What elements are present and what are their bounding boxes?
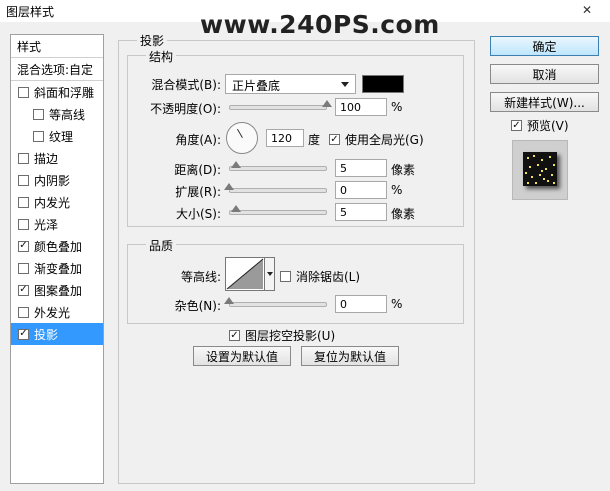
style-item[interactable]: 斜面和浮雕 [11,81,103,103]
size-input[interactable]: 5 [335,203,387,221]
style-item-label: 内阴影 [34,173,71,188]
style-item-label: 外发光 [34,305,71,320]
style-item-label: 内发光 [34,195,71,210]
angle-unit: 度 [308,133,321,147]
style-item-label: 投影 [34,327,59,342]
style-item[interactable]: 光泽 [11,213,103,235]
checkbox-icon: ✓ [329,133,340,145]
contour-curve-icon [226,258,264,290]
style-item-label: 光泽 [34,217,59,232]
spread-label: 扩展(R): [175,185,221,199]
style-item-label: 图案叠加 [34,283,83,298]
ok-button[interactable]: 确定 [490,36,599,56]
style-item[interactable]: 内发光 [11,191,103,213]
styles-header: 样式 [11,35,103,58]
noise-slider-handle[interactable] [224,297,234,304]
checkbox-icon[interactable] [33,108,44,120]
distance-slider-track[interactable] [229,166,327,171]
style-item[interactable]: 外发光 [11,301,103,323]
opacity-unit: % [391,100,403,114]
blend-options-item[interactable]: 混合选项:自定 [11,58,103,81]
style-item-label: 颜色叠加 [34,239,83,254]
checkbox-icon[interactable] [33,130,44,142]
style-item-label: 纹理 [49,129,74,144]
distance-slider-handle[interactable] [230,161,241,168]
spread-slider-handle[interactable] [224,183,234,190]
style-item[interactable]: 渐变叠加 [11,257,103,279]
style-preview-thumbnail [512,140,568,200]
anti-alias-checkbox[interactable]: 消除锯齿(L) [280,268,360,285]
size-label: 大小(S): [175,207,221,221]
watermark: www.240PS.com [200,10,440,39]
opacity-input[interactable]: 100 [335,98,387,116]
preview-swatch [523,152,557,186]
style-item-label: 等高线 [49,107,86,122]
style-item[interactable]: 等高线 [11,103,103,125]
shadow-color-swatch[interactable] [362,75,404,93]
window-title: 图层样式 [6,5,55,19]
contour-dropdown-button[interactable] [265,257,275,291]
checkbox-icon[interactable] [18,86,29,98]
angle-label: 角度(A): [175,133,221,147]
blend-mode-select[interactable]: 正片叠底 [225,74,356,94]
checkbox-icon[interactable] [18,152,29,164]
spread-slider-track[interactable] [229,188,327,193]
checkbox-icon[interactable] [18,174,29,186]
noise-unit: % [391,297,403,311]
style-item[interactable]: ✓ 颜色叠加 [11,235,103,257]
close-button[interactable]: ✕ [572,2,602,18]
style-item[interactable]: 纹理 [11,125,103,147]
spread-unit: % [391,183,403,197]
size-unit: 像素 [391,207,416,221]
checkbox-icon[interactable] [18,262,29,274]
quality-title: 品质 [146,237,177,254]
drop-shadow-section: 投影 结构 混合模式(B): 正片叠底 不透明度(O): 100 % 角度(A)… [118,32,475,484]
spread-input[interactable]: 0 [335,181,387,199]
opacity-slider-track[interactable] [229,105,327,110]
checkbox-icon[interactable] [18,196,29,208]
preview-checkbox[interactable]: ✓ 预览(V) [511,117,569,134]
reset-default-button[interactable]: 复位为默认值 [301,346,399,366]
size-slider-handle[interactable] [230,205,241,212]
size-slider-track[interactable] [229,210,327,215]
opacity-slider-handle[interactable] [322,100,332,107]
checkbox-icon[interactable] [18,306,29,318]
distance-label: 距离(D): [174,163,221,177]
noise-input[interactable]: 0 [335,295,387,313]
noise-slider-track[interactable] [229,302,327,307]
close-icon: ✕ [581,3,593,17]
opacity-label: 不透明度(O): [150,102,221,116]
set-default-button[interactable]: 设置为默认值 [193,346,291,366]
contour-preview[interactable] [225,257,265,291]
structure-title: 结构 [146,48,177,65]
distance-input[interactable]: 5 [335,159,387,177]
style-item[interactable]: 描边 [11,147,103,169]
knockout-checkbox[interactable]: ✓ 图层挖空投影(U) [229,327,335,344]
style-item[interactable]: ✓ 投影 [11,323,103,345]
distance-unit: 像素 [391,163,416,177]
style-item[interactable]: ✓ 图案叠加 [11,279,103,301]
cancel-button[interactable]: 取消 [490,64,599,84]
noise-label: 杂色(N): [174,299,221,313]
global-light-checkbox[interactable]: ✓ 使用全局光(G) [329,131,424,148]
style-item-label: 斜面和浮雕 [34,85,95,100]
checkbox-icon: ✓ [229,329,240,341]
angle-dial[interactable] [226,122,258,154]
styles-list: 样式 混合选项:自定 斜面和浮雕等高线纹理描边内阴影内发光光泽 ✓ 颜色叠加渐变叠加… [10,34,104,484]
checkbox-icon [280,271,291,282]
new-style-button[interactable]: 新建样式(W)... [490,92,599,112]
checkbox-icon[interactable] [18,218,29,230]
contour-label: 等高线: [180,270,221,284]
chevron-down-icon [341,82,349,87]
checkbox-icon: ✓ [511,119,522,131]
blend-mode-label: 混合模式(B): [151,78,221,92]
style-item-label: 渐变叠加 [34,261,83,276]
checkbox-icon[interactable]: ✓ [18,328,29,340]
checkbox-icon[interactable]: ✓ [18,240,29,252]
angle-input[interactable]: 120 [266,129,304,147]
style-item[interactable]: 内阴影 [11,169,103,191]
style-item-label: 描边 [34,151,59,166]
section-title: 投影 [137,32,168,49]
checkbox-icon[interactable]: ✓ [18,284,29,296]
